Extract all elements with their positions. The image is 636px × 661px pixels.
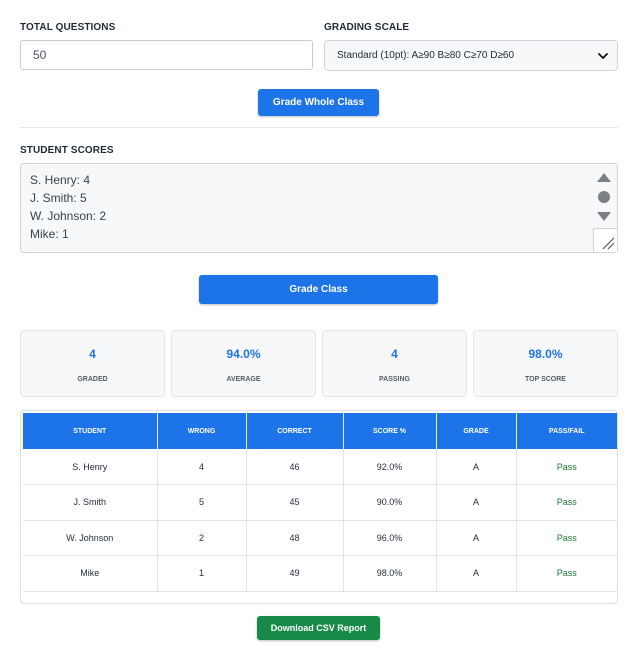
- student-scores-label: STUDENT SCORES: [20, 145, 114, 156]
- cell-wrong: 2: [157, 520, 247, 556]
- results-table-container: STUDENT WRONG CORRECT SCORE % GRADE PASS…: [20, 410, 618, 604]
- cell-score: 92.0%: [343, 449, 437, 485]
- cell-correct: 48: [246, 520, 344, 556]
- stat-value: 98.0%: [528, 347, 563, 361]
- cell-student: J. Smith: [23, 484, 158, 521]
- stat-value: 4: [89, 347, 96, 361]
- total-questions-input[interactable]: 50: [20, 40, 313, 70]
- column-header-pass-fail: PASS/FAIL: [516, 413, 617, 449]
- scrollbar-thumb[interactable]: [598, 191, 610, 203]
- cell-student: W. Johnson: [23, 520, 158, 556]
- column-header-grade: GRADE: [436, 413, 517, 449]
- cell-pass-fail: Pass: [516, 520, 617, 556]
- stat-card-passing: 4 PASSING: [322, 330, 467, 397]
- cell-wrong: 4: [157, 449, 247, 485]
- cell-correct: 46: [246, 449, 344, 485]
- chevron-down-icon: [598, 53, 608, 59]
- cell-student: Mike: [23, 555, 158, 592]
- stat-card-graded: 4 GRADED: [20, 330, 165, 397]
- stat-value: 94.0%: [226, 347, 261, 361]
- cell-pass-fail: Pass: [516, 555, 617, 592]
- stat-card-top-score: 98.0% TOP SCORE: [473, 330, 618, 397]
- student-scores-textarea[interactable]: S. Henry: 4 J. Smith: 5 W. Johnson: 2 Mi…: [20, 163, 618, 253]
- total-questions-value: 50: [33, 48, 47, 62]
- cell-correct: 45: [246, 484, 344, 521]
- grading-scale-select[interactable]: Standard (10pt): A≥90 B≥80 C≥70 D≥60: [324, 40, 618, 71]
- cell-grade: A: [436, 555, 517, 592]
- download-csv-button[interactable]: Download CSV Report: [257, 616, 380, 640]
- grading-scale-selected: Standard (10pt): A≥90 B≥80 C≥70 D≥60: [337, 50, 515, 61]
- score-line: W. Johnson: 2: [30, 209, 107, 223]
- stat-label: PASSING: [379, 376, 410, 383]
- results-table: STUDENT WRONG CORRECT SCORE % GRADE PASS…: [23, 413, 617, 592]
- score-line: S. Henry: 4: [30, 173, 91, 187]
- grading-scale-label: GRADING SCALE: [324, 22, 410, 33]
- score-line: J. Smith: 5: [30, 191, 87, 205]
- cell-score: 96.0%: [343, 520, 437, 556]
- cell-student: S. Henry: [23, 449, 158, 485]
- column-header-score: SCORE %: [343, 413, 437, 449]
- cell-wrong: 1: [157, 555, 247, 592]
- stat-label: AVERAGE: [226, 376, 261, 383]
- cell-score: 98.0%: [343, 555, 437, 592]
- column-header-student: STUDENT: [23, 413, 158, 449]
- cell-correct: 49: [246, 555, 344, 592]
- cell-grade: A: [436, 484, 517, 521]
- grade-whole-class-button[interactable]: Grade Whole Class: [258, 89, 379, 116]
- table-row: J. Smith 5 45 90.0% A Pass: [23, 484, 617, 521]
- stat-label: TOP SCORE: [525, 376, 566, 383]
- stat-value: 4: [391, 347, 398, 361]
- cell-grade: A: [436, 449, 517, 485]
- table-header-row: STUDENT WRONG CORRECT SCORE % GRADE PASS…: [23, 413, 617, 449]
- table-row: Mike 1 49 98.0% A Pass: [23, 555, 617, 592]
- resize-handle[interactable]: [593, 228, 617, 252]
- stat-label: GRADED: [77, 376, 108, 383]
- section-divider: [20, 127, 618, 128]
- cell-grade: A: [436, 520, 517, 556]
- cell-pass-fail: Pass: [516, 449, 617, 485]
- stat-card-average: 94.0% AVERAGE: [171, 330, 316, 397]
- grade-class-button[interactable]: Grade Class: [199, 275, 438, 304]
- cell-pass-fail: Pass: [516, 484, 617, 521]
- cell-score: 90.0%: [343, 484, 437, 521]
- triangle-up-icon[interactable]: [597, 172, 611, 182]
- triangle-down-icon[interactable]: [597, 212, 611, 222]
- total-questions-label: TOTAL QUESTIONS: [20, 22, 116, 33]
- score-line: Mike: 1: [30, 227, 69, 241]
- cell-wrong: 5: [157, 484, 247, 521]
- column-header-wrong: WRONG: [157, 413, 247, 449]
- table-row: S. Henry 4 46 92.0% A Pass: [23, 449, 617, 485]
- resize-grip-icon: [602, 237, 615, 250]
- column-header-correct: CORRECT: [246, 413, 344, 449]
- table-row: W. Johnson 2 48 96.0% A Pass: [23, 520, 617, 556]
